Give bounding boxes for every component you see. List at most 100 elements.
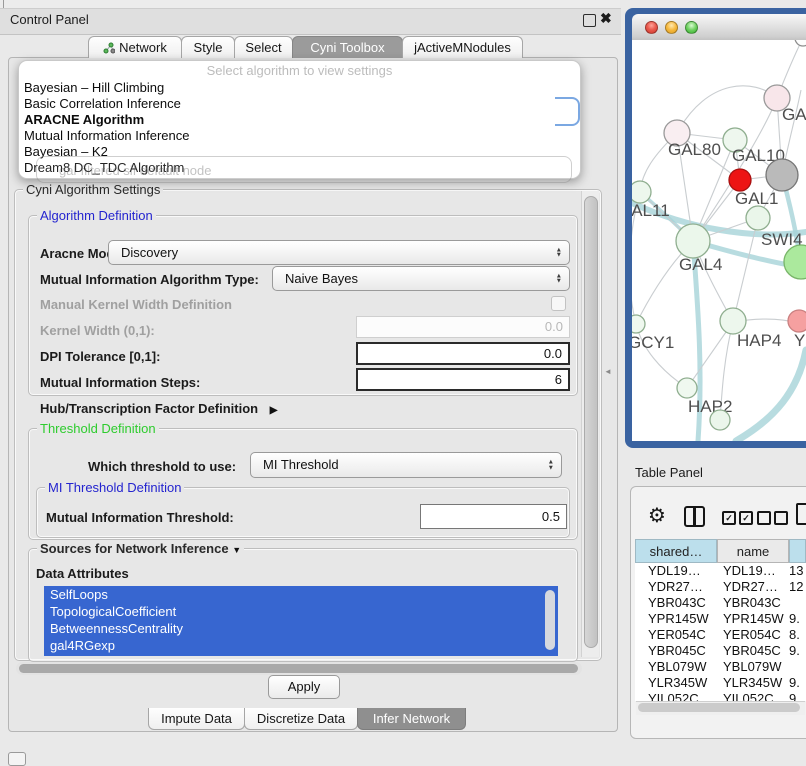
sources-title[interactable]: Sources for Network Inference ▼ (37, 541, 244, 556)
expand-arrow-icon: ▶ (270, 405, 278, 416)
tab-select-label: Select (245, 40, 281, 55)
hub-definition-toggle[interactable]: Hub/Transcription Factor Definition ▶ (40, 401, 277, 416)
attribute-item[interactable]: BetweennessCentrality (44, 620, 558, 637)
table-row[interactable]: YPR145WYPR145W9. (635, 611, 806, 627)
manual-kernel-checkbox[interactable] (551, 296, 566, 311)
network-window-titlebar[interactable] (632, 14, 806, 41)
table-rows: YDL19…YDL19…13YDR27…YDR27…12YBR043CYBR04… (635, 563, 806, 701)
attribute-item[interactable]: TopologicalCoefficient (44, 603, 558, 620)
algorithm-option[interactable]: Basic Correlation Inference (19, 96, 580, 112)
network-node-y[interactable] (788, 310, 806, 332)
mi-type-combo[interactable]: Naive Bayes ▲▼ (272, 266, 570, 291)
table-cell: YBR043C (717, 595, 789, 611)
collapse-arrow-icon: ▼ (232, 545, 241, 555)
table-row[interactable]: YLR345WYLR345W9. (635, 675, 806, 691)
network-node[interactable] (766, 159, 798, 191)
gear-icon[interactable]: ⚙ (648, 504, 666, 526)
tab-discretize-data[interactable]: Discretize Data (244, 708, 358, 730)
settings-horizontal-scrollbar-thumb[interactable] (19, 664, 578, 673)
table-cell (789, 659, 806, 675)
table-row[interactable]: YDL19…YDL19…13 (635, 563, 806, 579)
checked-checkbox-icon[interactable]: ✓ (722, 511, 736, 525)
which-threshold-value: MI Threshold (263, 457, 339, 472)
algorithm-option[interactable]: ARACNE Algorithm (19, 112, 580, 128)
mi-steps-field[interactable]: 6 (356, 368, 570, 391)
settings-vertical-scrollbar-thumb[interactable] (584, 196, 598, 648)
tab-impute-data[interactable]: Impute Data (148, 708, 245, 730)
bottom-left-widget[interactable] (8, 752, 26, 766)
network-node[interactable] (784, 245, 806, 279)
column-header-partial[interactable] (789, 539, 806, 563)
table-cell: YPR145W (635, 611, 717, 627)
unchecked-checkbox-icon[interactable] (774, 511, 788, 525)
aracne-mode-combo[interactable]: Discovery ▲▼ (108, 240, 570, 265)
stepper-icon: ▲▼ (556, 247, 562, 258)
table-row[interactable]: YIL052CYIL052C9 (635, 691, 806, 701)
close-icon[interactable]: ✖ (600, 10, 612, 27)
document-icon[interactable] (796, 503, 806, 525)
mi-threshold-field[interactable]: 0.5 (420, 504, 567, 529)
attribute-item[interactable]: gal4RGexp (44, 637, 558, 654)
network-node-gcy1[interactable] (632, 315, 645, 333)
tab-cyni-toolbox[interactable]: Cyni Toolbox (292, 36, 403, 58)
table-horizontal-scrollbar-thumb[interactable] (638, 703, 800, 712)
dpi-tolerance-field[interactable]: 0.0 (356, 342, 570, 365)
minimize-window-icon[interactable] (665, 21, 678, 34)
network-edge[interactable] (677, 86, 777, 133)
table-row[interactable]: YBR045CYBR045C9. (635, 643, 806, 659)
table-row[interactable]: YBL079WYBL079W (635, 659, 806, 675)
control-panel-title: Control Panel (10, 12, 89, 27)
data-attributes-list[interactable]: SelfLoopsTopologicalCoefficientBetweenne… (44, 586, 558, 656)
unchecked-checkbox-icon[interactable] (757, 511, 771, 525)
panel-splitter-arrow[interactable]: ◄ (604, 367, 612, 376)
network-node-gal1[interactable] (729, 169, 751, 191)
algorithm-option[interactable]: Mutual Information Inference (19, 128, 580, 144)
table-cell: YDR27… (717, 579, 789, 595)
hub-definition-label: Hub/Transcription Factor Definition (40, 401, 258, 416)
close-window-icon[interactable] (645, 21, 658, 34)
zoom-window-icon[interactable] (685, 21, 698, 34)
network-node-swi4[interactable] (746, 206, 770, 230)
network-tab-icon (103, 39, 115, 60)
network-node-label: GAL1 (735, 189, 778, 208)
aracne-mode-value: Discovery (121, 245, 178, 260)
tab-style-label: Style (194, 40, 223, 55)
stepper-icon: ▲▼ (548, 460, 554, 471)
network-svg[interactable]: GALGAL80GAL10GAL1GAL11SWI4GAL4GCY1HAP4YH… (632, 40, 806, 441)
network-node[interactable] (710, 410, 730, 430)
table-row[interactable]: YER054CYER054C8. (635, 627, 806, 643)
network-node-gal4[interactable] (676, 224, 710, 258)
attribute-list-scrollbar-thumb[interactable] (545, 590, 555, 650)
stepper-icon: ▲▼ (556, 273, 562, 284)
apply-button[interactable]: Apply (268, 675, 340, 699)
split-columns-icon[interactable] (684, 506, 705, 527)
network-combo-ghost[interactable]: gal-filtered sif default node (36, 156, 572, 183)
algorithm-combo-fragment[interactable] (555, 97, 580, 126)
column-header-name[interactable]: name (717, 539, 789, 563)
tab-infer-network[interactable]: Infer Network (357, 708, 466, 730)
tab-select[interactable]: Select (234, 36, 293, 58)
mi-threshold-definition-title: MI Threshold Definition (45, 480, 184, 495)
float-window-icon[interactable] (583, 14, 596, 27)
table-cell: YDR27… (635, 579, 717, 595)
attribute-item[interactable]: SelfLoops (44, 586, 558, 603)
table-row[interactable]: YBR043CYBR043C (635, 595, 806, 611)
table-cell: YDL19… (635, 563, 717, 579)
table-row[interactable]: YDR27…YDR27…12 (635, 579, 806, 595)
network-edge-thick[interactable] (736, 350, 806, 441)
table-cell: YLR345W (635, 675, 717, 691)
mi-type-label: Mutual Information Algorithm Type: (40, 272, 259, 287)
network-canvas[interactable]: GALGAL80GAL10GAL1GAL11SWI4GAL4GCY1HAP4YH… (632, 40, 806, 441)
network-node-gal11[interactable] (632, 181, 651, 203)
kernel-width-field[interactable]: 0.0 (356, 316, 570, 338)
algorithm-option[interactable]: Bayesian – Hill Climbing (19, 80, 580, 96)
network-node[interactable] (795, 40, 806, 46)
tab-network[interactable]: Network (88, 36, 182, 58)
which-threshold-combo[interactable]: MI Threshold ▲▼ (250, 452, 562, 478)
column-header-shared[interactable]: shared… (635, 539, 717, 563)
table-cell: 8. (789, 627, 806, 643)
tab-jactivemnodules[interactable]: jActiveMNodules (402, 36, 523, 58)
checked-checkbox-icon[interactable]: ✓ (739, 511, 753, 525)
network-node-hap2[interactable] (677, 378, 697, 398)
tab-style[interactable]: Style (181, 36, 235, 58)
